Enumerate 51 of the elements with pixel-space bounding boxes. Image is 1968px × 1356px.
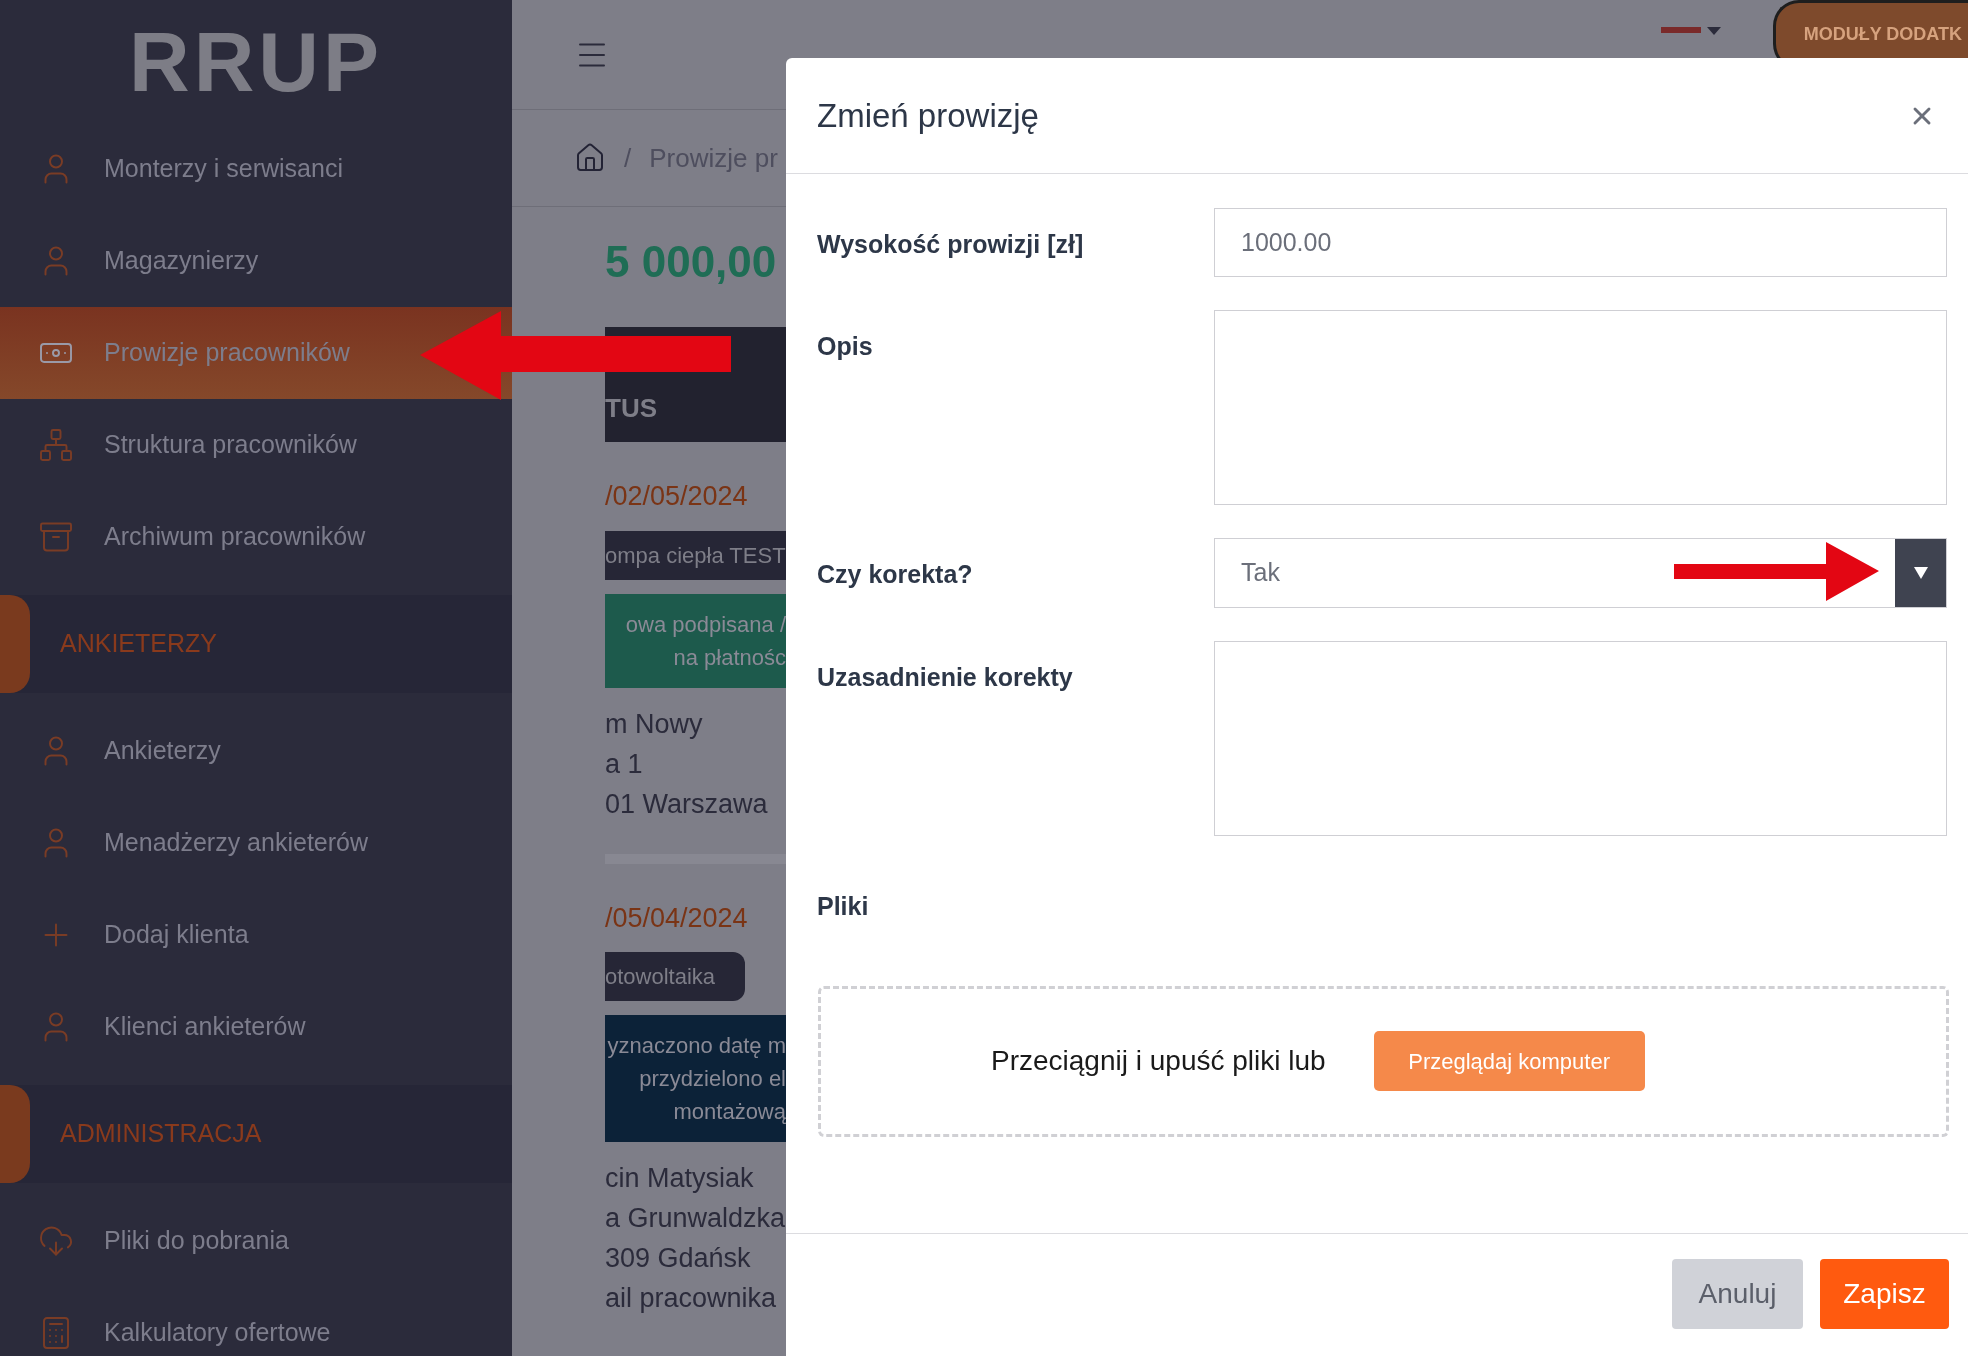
- sidebar-item[interactable]: Magazynierzy: [0, 215, 512, 307]
- status-text: na płatnośc: [673, 643, 786, 672]
- status-text: yznaczono datę m: [607, 1032, 786, 1060]
- sidebar-item[interactable]: Menadżerzy ankieterów: [0, 797, 512, 889]
- caret-icon: [1706, 26, 1721, 35]
- total-amount: 5 000,00: [605, 236, 778, 288]
- hierarchy-icon: [38, 427, 74, 463]
- product-tag: otowoltaika: [605, 952, 746, 1001]
- sidebar-item[interactable]: Struktura pracowników: [0, 399, 512, 491]
- browse-button[interactable]: Przeglądaj komputer: [1373, 1031, 1645, 1091]
- address-line: a Grunwaldzka: [605, 1202, 786, 1235]
- section-title: ANKIETERZY: [60, 628, 217, 660]
- flag-icon: [1660, 26, 1701, 33]
- dropdown-toggle[interactable]: [1895, 539, 1946, 607]
- files-label: Pliki: [816, 891, 870, 922]
- status-text: owa podpisana /: [625, 610, 786, 639]
- home-icon[interactable]: [574, 142, 606, 174]
- drop-zone[interactable]: Przeciągnij i upuść pliki lub Przeglądaj komputer: [818, 985, 1949, 1137]
- breadcrumb-separator: /: [624, 141, 632, 175]
- status-text: przydzielono el: [639, 1065, 786, 1093]
- cancel-button[interactable]: Anuluj: [1672, 1259, 1803, 1329]
- address-line: m Nowy: [605, 707, 704, 741]
- order-date: /05/04/2024: [605, 901, 749, 935]
- dialog-title: Zmień prowizję: [817, 95, 1040, 136]
- address-line: 01 Warszawa: [605, 787, 769, 821]
- amount-field[interactable]: 1000.00: [1214, 208, 1947, 277]
- address-line: ail pracownika: [605, 1282, 778, 1315]
- sidebar-item[interactable]: Monterzy i serwisanci: [0, 123, 512, 215]
- sidebar-item[interactable]: Dodaj klienta: [0, 889, 512, 981]
- address-line: cin Matysiak: [605, 1162, 755, 1195]
- field-label: Czy korekta?: [817, 559, 974, 590]
- save-button[interactable]: Zapisz: [1820, 1259, 1949, 1329]
- field-label: Wysokość prowizji [zł]: [817, 229, 1085, 260]
- caret-icon: [1913, 567, 1928, 579]
- status-text: montażową: [673, 1098, 786, 1126]
- select-field[interactable]: Tak: [1214, 538, 1947, 608]
- section-title: ADMINISTRACJA: [60, 1118, 262, 1150]
- field-label: Opis: [817, 331, 874, 362]
- address-line: 309 Gdańsk: [605, 1242, 752, 1275]
- sidebar-item[interactable]: Klienci ankieterów: [0, 981, 512, 1073]
- order-date: /02/05/2024: [605, 480, 749, 513]
- sidebar-item[interactable]: Ankieterzy: [0, 705, 512, 797]
- sidebar-item[interactable]: Prowizje pracowników: [0, 307, 512, 399]
- sidebar-item[interactable]: Archiwum pracowników: [0, 491, 512, 583]
- sidebar-item[interactable]: Pliki do pobrania: [0, 1195, 512, 1287]
- field-label: Uzasadnienie korekty: [817, 662, 1074, 693]
- product-tag: ompa ciepła TEST: [605, 530, 786, 580]
- address-line: a 1: [605, 747, 644, 781]
- logo: RRUP: [129, 13, 383, 111]
- sidebar-item[interactable]: Kalkulatory ofertowe: [0, 1287, 512, 1356]
- drop-zone-text: Przeciągnij i upuść pliki lub: [991, 1044, 1326, 1078]
